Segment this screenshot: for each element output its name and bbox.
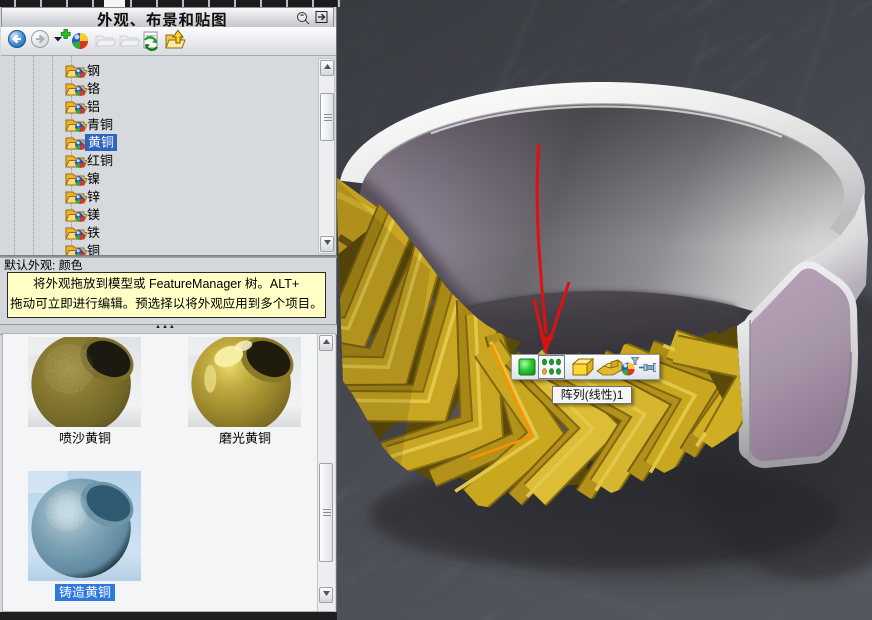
svg-text:FeatureManager: FeatureManager <box>146 277 245 291</box>
svg-text::: : <box>52 259 59 272</box>
svg-text:)1: )1 <box>613 388 624 402</box>
svg-text:(: ( <box>585 388 589 402</box>
svg-text:ALT+: ALT+ <box>270 277 299 291</box>
